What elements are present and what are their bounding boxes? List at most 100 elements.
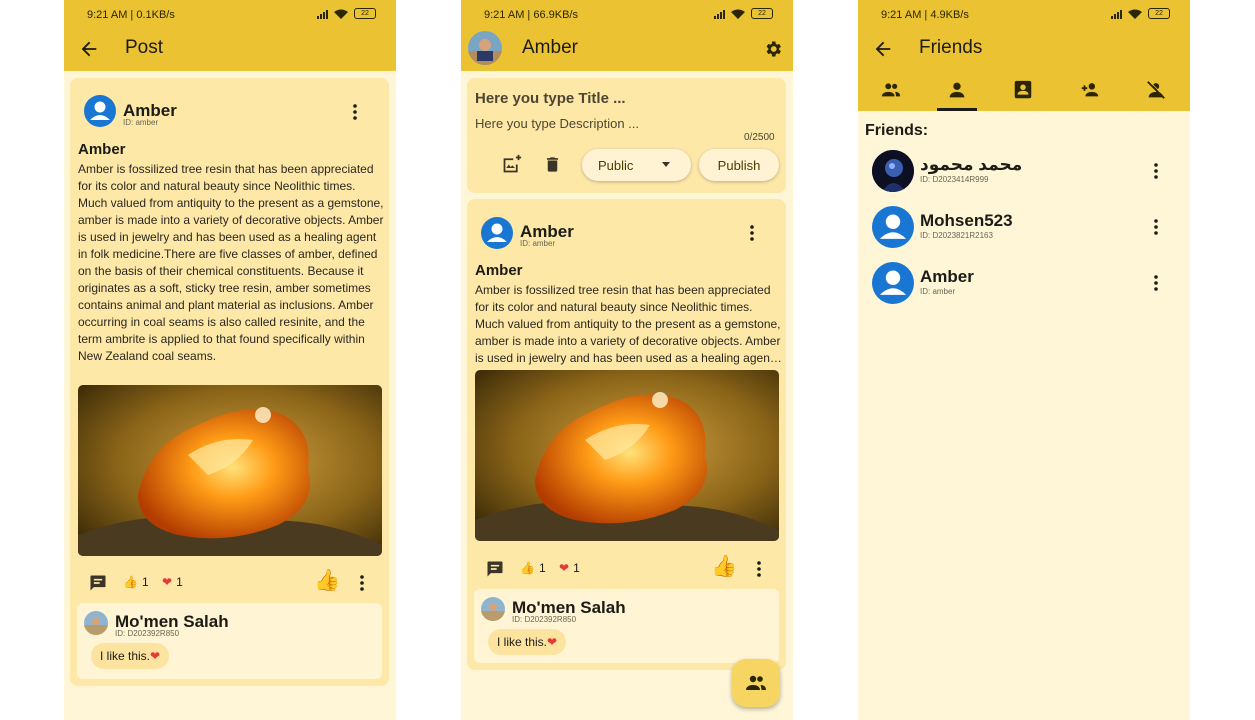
- app-bar: Post: [64, 28, 396, 71]
- friend-id: ID: D2023821R2163: [920, 231, 993, 240]
- friend-avatar[interactable]: [872, 150, 914, 192]
- settings-gear-icon[interactable]: [763, 39, 783, 59]
- delete-icon[interactable]: [543, 155, 562, 174]
- post-image[interactable]: [78, 385, 382, 556]
- person-icon: [879, 214, 907, 239]
- friend-avatar[interactable]: [872, 206, 914, 248]
- person-off-icon: [1147, 80, 1166, 99]
- battery-icon: 22: [751, 8, 773, 19]
- comment-text: I like this.: [100, 649, 151, 663]
- friend-name: Mohsen523: [920, 211, 1013, 230]
- battery-icon: 22: [354, 8, 376, 19]
- comment-icon[interactable]: [485, 559, 505, 579]
- profile-avatar[interactable]: [468, 31, 502, 65]
- author-id: ID: amber: [520, 239, 556, 248]
- post-more-icon[interactable]: [354, 573, 370, 593]
- status-time: 9:21 AM | 4.9KB/s: [881, 9, 969, 21]
- commenter-id: ID: D202392R850: [115, 629, 180, 638]
- status-icons: 22: [714, 8, 773, 19]
- person-icon: [487, 223, 507, 242]
- post-more-icon[interactable]: [751, 559, 767, 579]
- back-arrow-icon[interactable]: [78, 38, 100, 60]
- battery-icon: 22: [1148, 8, 1170, 19]
- status-bar: 9:21 AM | 0.1KB/s 22: [64, 0, 396, 28]
- back-arrow-icon[interactable]: [872, 38, 894, 60]
- heart-emoji-icon: ❤: [150, 649, 161, 663]
- title-input[interactable]: Here you type Title ...: [475, 90, 626, 107]
- like-reaction[interactable]: 👍 1: [520, 561, 546, 575]
- friend-more-icon[interactable]: [1148, 217, 1164, 237]
- page-title: Amber: [522, 37, 578, 58]
- comment-text: I like this.: [497, 635, 548, 649]
- more-options-icon[interactable]: [347, 102, 363, 122]
- like-count: 1: [141, 575, 149, 589]
- comment-icon[interactable]: [88, 573, 108, 593]
- post-card: Amber ID: amber Amber Amber is fossilize…: [70, 78, 389, 686]
- contact-card-icon: [1014, 80, 1032, 99]
- love-reaction[interactable]: ❤ 1: [162, 575, 183, 589]
- post-image[interactable]: [475, 370, 779, 541]
- friend-more-icon[interactable]: [1148, 273, 1164, 293]
- friend-item[interactable]: محمد محمود ID: D2023414R999: [858, 146, 1190, 196]
- tab-person[interactable]: [939, 79, 975, 105]
- like-button-icon[interactable]: 👍: [711, 555, 737, 579]
- post-body: Amber is fossilized tree resin that has …: [475, 283, 781, 365]
- friends-fab-button[interactable]: [732, 659, 780, 707]
- publish-label: Publish: [717, 157, 761, 173]
- post-title: Amber: [475, 262, 523, 279]
- like-reaction[interactable]: 👍 1: [123, 575, 149, 589]
- avatar[interactable]: [481, 217, 513, 249]
- friend-name: محمد محمود: [920, 155, 1023, 174]
- friend-item[interactable]: Mohsen523 ID: D2023821R2163: [858, 202, 1190, 252]
- visibility-value: Public: [598, 157, 634, 173]
- post-screen: 9:21 AM | 0.1KB/s 22 Post Amber ID: ambe…: [64, 0, 396, 720]
- heart-emoji-icon: ❤: [547, 635, 558, 649]
- page-title: Friends: [919, 37, 983, 58]
- compose-card: Here you type Title ... Here you type De…: [467, 78, 786, 193]
- friend-id: ID: amber: [920, 287, 956, 296]
- comment-bubble: I like this.❤: [91, 643, 170, 669]
- profile-screen: 9:21 AM | 66.9KB/s 22 Amber Here you typ…: [461, 0, 793, 720]
- comment-item: Mo'men Salah ID: D202392R850 I like this…: [77, 603, 382, 679]
- thumbs-up-icon: 👍: [123, 575, 138, 589]
- heart-icon: ❤: [162, 575, 173, 589]
- status-bar: 9:21 AM | 4.9KB/s 22: [858, 0, 1190, 28]
- more-options-icon[interactable]: [744, 223, 760, 243]
- amber-image: [78, 385, 382, 556]
- person-icon: [879, 270, 907, 295]
- tab-bar: [858, 71, 1190, 111]
- commenter-avatar[interactable]: [481, 597, 505, 621]
- thumbs-up-icon: 👍: [520, 561, 535, 575]
- person-icon: [90, 101, 110, 120]
- tab-friends[interactable]: [873, 79, 909, 105]
- tab-indicator: [937, 108, 977, 111]
- friend-item[interactable]: Amber ID: amber: [858, 258, 1190, 308]
- page-title: Post: [125, 37, 164, 58]
- post-body: Amber is fossilized tree resin that has …: [78, 162, 384, 363]
- signal-icon: [1111, 9, 1122, 19]
- commenter-avatar[interactable]: [84, 611, 108, 635]
- like-button-icon[interactable]: 👍: [314, 569, 340, 593]
- char-counter: 0/2500: [744, 132, 775, 143]
- signal-icon: [317, 9, 328, 19]
- tab-blocked[interactable]: [1138, 79, 1174, 105]
- tab-add-friend[interactable]: [1072, 79, 1108, 105]
- description-input[interactable]: Here you type Description ...: [475, 116, 639, 131]
- avatar[interactable]: [84, 95, 116, 127]
- status-time: 9:21 AM | 66.9KB/s: [484, 9, 578, 21]
- app-bar: Amber: [461, 28, 793, 71]
- tab-contacts[interactable]: [1005, 79, 1041, 105]
- publish-button[interactable]: Publish: [699, 149, 779, 181]
- commenter-id: ID: D202392R850: [512, 615, 577, 624]
- status-icons: 22: [1111, 8, 1170, 19]
- friend-more-icon[interactable]: [1148, 161, 1164, 181]
- comment-item: Mo'men Salah ID: D202392R850 I like this…: [474, 589, 779, 663]
- friend-avatar[interactable]: [872, 262, 914, 304]
- visibility-dropdown[interactable]: Public: [582, 149, 691, 181]
- comment-bubble: I like this.❤: [488, 629, 567, 655]
- friend-name: Amber: [920, 267, 974, 286]
- love-reaction[interactable]: ❤ 1: [559, 561, 580, 575]
- group-icon: [746, 675, 766, 690]
- love-count: 1: [573, 561, 580, 575]
- add-image-icon[interactable]: [501, 154, 522, 175]
